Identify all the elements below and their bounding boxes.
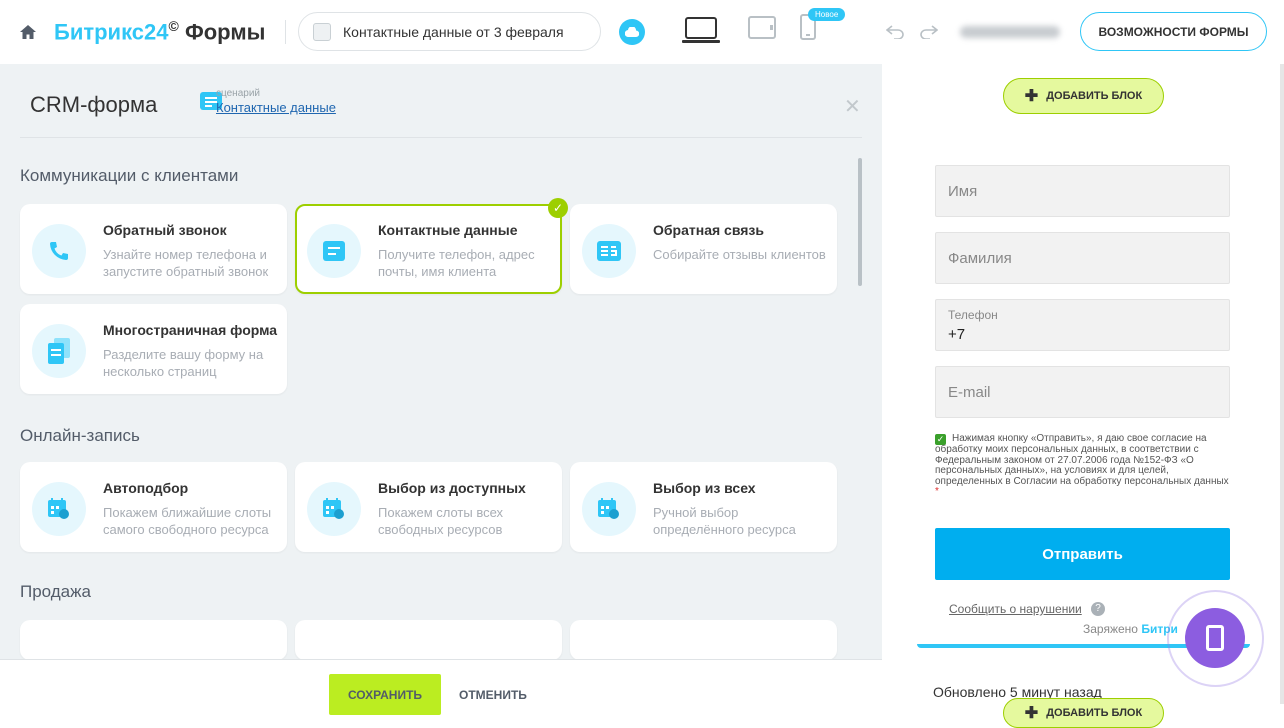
panel-header: CRM-форма сценарий Контактные данные ✕ (20, 64, 862, 138)
brand-logo: Битрикс24© Формы (54, 18, 266, 45)
blurred-link (960, 26, 1060, 38)
surname-placeholder: Фамилия (948, 250, 1012, 267)
card-auto-selection[interactable]: Автоподбор Покажем ближайшие слоты самог… (20, 462, 287, 552)
desktop-view-icon[interactable] (682, 16, 720, 44)
calendar-icon (582, 482, 636, 536)
selected-check-icon: ✓ (548, 198, 568, 218)
name-placeholder: Имя (948, 183, 978, 200)
card-feedback[interactable]: Обратная связь Собирайте отзывы клиентов (570, 204, 837, 294)
consent-text: Нажимая кнопку «Отправить», я даю свое с… (935, 433, 1229, 487)
plus-icon: ✚ (1024, 705, 1039, 722)
new-badge: Новое (808, 8, 846, 21)
scenario-link[interactable]: Контактные данные (216, 100, 336, 115)
card-title: Обратный звонок (103, 222, 227, 238)
card-title: Выбор из доступных (378, 480, 526, 496)
card-contact-data[interactable]: Контактные данные Получите телефон, адре… (295, 204, 562, 294)
card-sales-partial[interactable] (295, 620, 562, 660)
feedback-icon (582, 224, 636, 278)
card-callback[interactable]: Обратный звонок Узнайте номер телефона и… (20, 204, 287, 294)
plus-icon: ✚ (1024, 88, 1039, 105)
required-mark: * (935, 486, 939, 497)
multipage-icon (32, 324, 86, 378)
phone-icon (1206, 625, 1224, 651)
email-field[interactable]: E-mail (935, 366, 1230, 418)
bottom-bar: СОХРАНИТЬ ОТМЕНИТЬ (0, 659, 882, 724)
phone-value: +7 (948, 326, 966, 343)
card-title: Автоподбор (103, 480, 189, 496)
home-icon[interactable] (20, 25, 36, 39)
card-multipage-form[interactable]: Многостраничная форма Разделите вашу фор… (20, 304, 287, 394)
powered-by: Заряжено Битри (1083, 622, 1178, 636)
panel-title: CRM-форма (30, 92, 158, 117)
card-sales-partial[interactable] (20, 620, 287, 660)
card-description: Разделите вашу форму на несколько страни… (103, 347, 264, 379)
consent-checkbox[interactable]: ✓ Нажимая кнопку «Отправить», я даю свое … (935, 433, 1233, 498)
preview-scrollbar[interactable] (1280, 64, 1284, 704)
phone-label: Телефон (948, 308, 998, 322)
add-block-label: ДОБАВИТЬ БЛОК (1046, 707, 1143, 719)
surname-field[interactable]: Фамилия (935, 232, 1230, 284)
scenario-label: сценарий (216, 88, 260, 99)
tablet-view-icon[interactable] (748, 16, 776, 40)
top-bar: Битрикс24© Формы Контактные данные от 3 … (0, 0, 1284, 64)
close-icon[interactable]: ✕ (844, 94, 861, 119)
form-thumbnail-icon (313, 22, 331, 41)
card-description: Покажем слоты всех свободных ресурсов (378, 505, 504, 537)
divider (285, 20, 286, 44)
cloud-icon[interactable] (619, 19, 645, 45)
card-title: Многостраничная форма (103, 322, 278, 338)
form-preview: Имя Фамилия Телефон +7 E-mail ✓ Нажимая кн… (917, 144, 1250, 654)
name-field[interactable]: Имя (935, 165, 1230, 217)
form-selector[interactable]: Контактные данные от 3 февраля (298, 12, 601, 51)
form-name: Контактные данные от 3 февраля (343, 23, 564, 40)
section-sales: Продажа (20, 582, 91, 601)
scenario-panel: CRM-форма сценарий Контактные данные ✕ К… (0, 64, 882, 724)
report-violation-link[interactable]: Сообщить о нарушении (949, 602, 1082, 616)
form-features-button[interactable]: ВОЗМОЖНОСТИ ФОРМЫ (1080, 12, 1267, 51)
phone-field[interactable]: Телефон +7 (935, 299, 1230, 351)
redo-icon[interactable] (920, 25, 938, 39)
help-icon[interactable]: ? (1091, 602, 1105, 616)
form-icon (307, 224, 361, 278)
card-title: Обратная связь (653, 222, 764, 238)
add-block-button[interactable]: ✚ ДОБАВИТЬ БЛОК (1003, 78, 1164, 114)
phone-icon (32, 224, 86, 278)
card-sales-partial[interactable] (570, 620, 837, 660)
section-communications: Коммуникации с клиентами (20, 166, 239, 185)
card-description: Собирайте отзывы клиентов (653, 247, 826, 262)
scrollbar[interactable] (858, 158, 862, 286)
email-placeholder: E-mail (948, 384, 991, 401)
card-description: Узнайте номер телефона и запустите обрат… (103, 247, 269, 279)
submit-button[interactable]: Отправить (935, 528, 1230, 580)
card-title: Контактные данные (378, 222, 518, 238)
undo-icon[interactable] (886, 25, 904, 39)
calendar-icon (32, 482, 86, 536)
card-description: Покажем ближайшие слоты самого свободног… (103, 505, 272, 537)
mobile-preview-widget-button[interactable] (1185, 608, 1245, 668)
save-button[interactable]: СОХРАНИТЬ (329, 674, 441, 715)
card-title: Выбор из всех (653, 480, 756, 496)
calendar-icon (307, 482, 361, 536)
add-block-label: ДОБАВИТЬ БЛОК (1046, 90, 1143, 102)
cancel-button[interactable]: ОТМЕНИТЬ (459, 688, 527, 702)
card-description: Получите телефон, адрес почты, имя клиен… (378, 247, 535, 279)
section-online-booking: Онлайн-запись (20, 426, 140, 445)
card-description: Ручной выбор определённого ресурса (653, 505, 796, 537)
card-choose-available[interactable]: Выбор из доступных Покажем слоты всех св… (295, 462, 562, 552)
card-choose-all[interactable]: Выбор из всех Ручной выбор определённого… (570, 462, 837, 552)
